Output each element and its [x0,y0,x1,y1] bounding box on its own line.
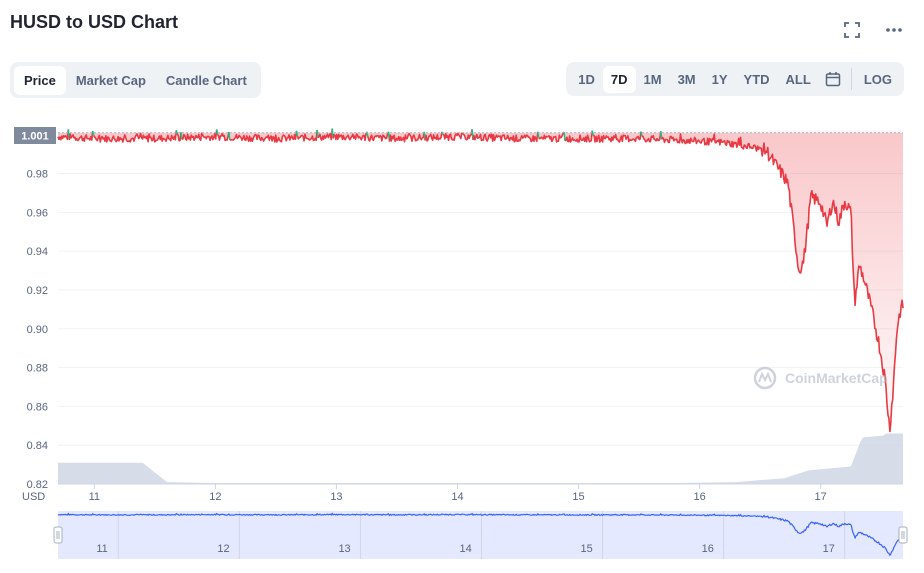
price-segment-up [563,132,566,141]
x-tick-label: 13 [330,491,342,503]
watermark-text: CoinMarketCap [785,370,888,386]
current-price-label: 1.001 [21,131,49,143]
current-price-badge: 1.001 [14,127,56,144]
price-segment-up [228,131,231,141]
x-tick-label: 11 [89,491,100,503]
price-segment-up [295,130,299,137]
y-axis: 0.82 0.84 0.86 0.88 0.90 0.92 0.94 0.96 0.98 [27,169,48,491]
coinmarketcap-logo-icon [753,366,777,390]
x-axis: 11 12 13 14 15 16 17 [58,483,903,503]
x-tick-label: 17 [815,491,827,503]
x-tick-label: 14 [451,491,463,503]
price-segment-up [591,130,594,136]
x-tick-label: 16 [693,491,705,503]
price-chart[interactable]: 0.82 0.84 0.86 0.88 0.90 0.92 0.94 0.96 0.98 1.0… [0,0,924,573]
y-tick-label: 0.88 [27,363,48,375]
currency-label: USD [22,491,45,503]
price-drop-fill [58,132,903,432]
navigator-handle-right[interactable] [898,526,908,544]
y-tick-label: 0.84 [27,440,48,452]
y-tick-label: 0.94 [27,246,48,258]
navigator-tick-label: 11 [96,543,107,555]
navigator-tick-label: 12 [217,543,229,555]
price-drop-area [58,132,903,432]
y-tick-label: 0.92 [27,285,48,297]
y-tick-label: 0.96 [27,207,48,219]
y-tick-label: 0.98 [27,169,48,181]
navigator-tick-label: 14 [459,543,471,555]
y-tick-label: 0.82 [27,479,48,491]
price-segment-up [91,130,95,136]
navigator-tick-label: 16 [702,543,714,555]
price-segment-up [215,129,219,135]
price-segment-up [175,130,178,134]
navigator-tick-label: 15 [581,543,593,555]
range-navigator[interactable]: 11 12 13 14 15 16 17 [53,511,908,559]
y-tick-label: 0.86 [27,401,48,413]
gridlines [58,173,903,485]
navigator-handle-left[interactable] [53,526,63,544]
x-tick-label: 12 [209,491,221,503]
volume-area [58,433,903,484]
volume-series [58,433,903,484]
navigator-tick-label: 13 [338,543,350,555]
price-segment-up [180,132,183,140]
x-tick-label: 15 [572,491,584,503]
navigator-tick-label: 17 [823,543,835,555]
watermark: CoinMarketCap [753,366,888,390]
y-tick-label: 0.90 [27,324,48,336]
price-line [57,128,904,433]
